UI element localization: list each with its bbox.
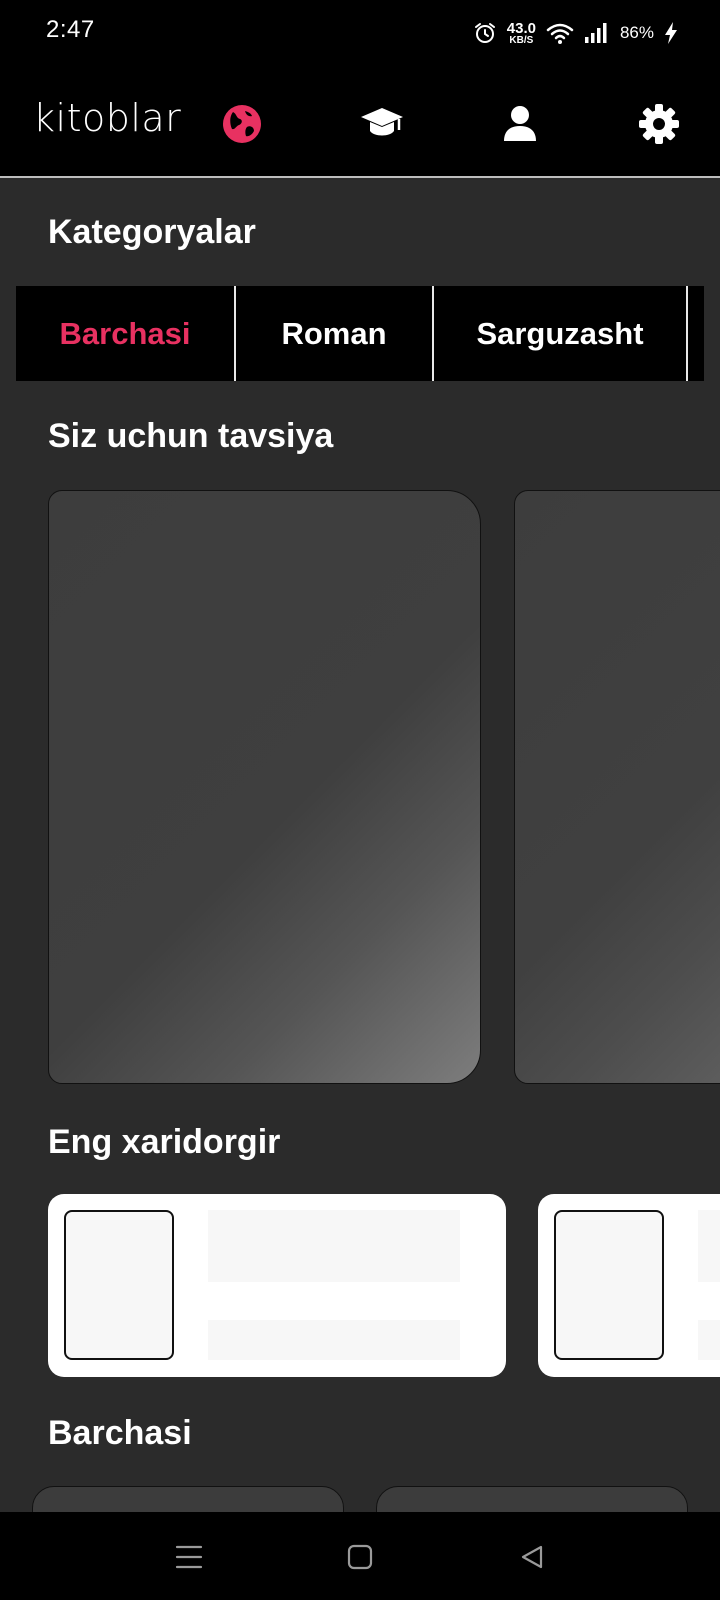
network-speed-value: 43.0 xyxy=(506,19,536,37)
user-icon[interactable] xyxy=(498,102,542,146)
all-books-title: Barchasi xyxy=(48,1414,192,1452)
signal-icon xyxy=(584,23,607,43)
network-speed: 43.0 KB/S xyxy=(507,21,536,46)
bestseller-title: Eng xaridorgir xyxy=(48,1123,281,1161)
categories-title: Kategoryalar xyxy=(48,213,256,251)
wifi-icon xyxy=(546,23,574,44)
app-bar: kitoblar xyxy=(0,66,720,178)
recommend-title: Siz uchun tavsiya xyxy=(48,417,334,455)
menu-icon[interactable] xyxy=(172,1540,206,1574)
book-meta-placeholder xyxy=(208,1320,460,1360)
graduation-cap-icon[interactable] xyxy=(360,102,404,146)
charging-icon xyxy=(665,22,677,44)
status-bar: 2:47 43.0 KB/S 86% xyxy=(0,0,720,66)
home-icon[interactable] xyxy=(343,1540,377,1574)
recommended-book-card[interactable] xyxy=(48,490,481,1084)
bestseller-book-card[interactable] xyxy=(48,1194,506,1377)
battery-percent: 86% xyxy=(619,23,654,42)
network-speed-unit: KB/S xyxy=(509,34,534,46)
gear-icon[interactable] xyxy=(637,102,681,146)
category-tabs: Barchasi Roman Sarguzasht xyxy=(16,286,704,381)
system-nav-bar xyxy=(0,1512,720,1600)
back-icon[interactable] xyxy=(515,1540,549,1574)
status-indicators: 43.0 KB/S 86% xyxy=(473,16,678,50)
app-title: kitoblar xyxy=(33,96,182,140)
book-title-placeholder xyxy=(208,1210,460,1282)
book-meta-placeholder xyxy=(698,1320,720,1360)
category-tab-roman[interactable]: Roman xyxy=(236,286,434,381)
category-tab-sarguzasht[interactable]: Sarguzasht xyxy=(434,286,688,381)
book-cover-placeholder xyxy=(554,1210,664,1360)
book-cover-placeholder xyxy=(64,1210,174,1360)
category-tab-barchasi[interactable]: Barchasi xyxy=(16,286,236,381)
recommended-book-card[interactable] xyxy=(514,490,720,1084)
book-title-placeholder xyxy=(698,1210,720,1282)
globe-icon[interactable] xyxy=(220,102,264,146)
alarm-icon xyxy=(474,23,495,43)
bestseller-book-card[interactable] xyxy=(538,1194,720,1377)
status-time: 2:47 xyxy=(46,16,95,43)
